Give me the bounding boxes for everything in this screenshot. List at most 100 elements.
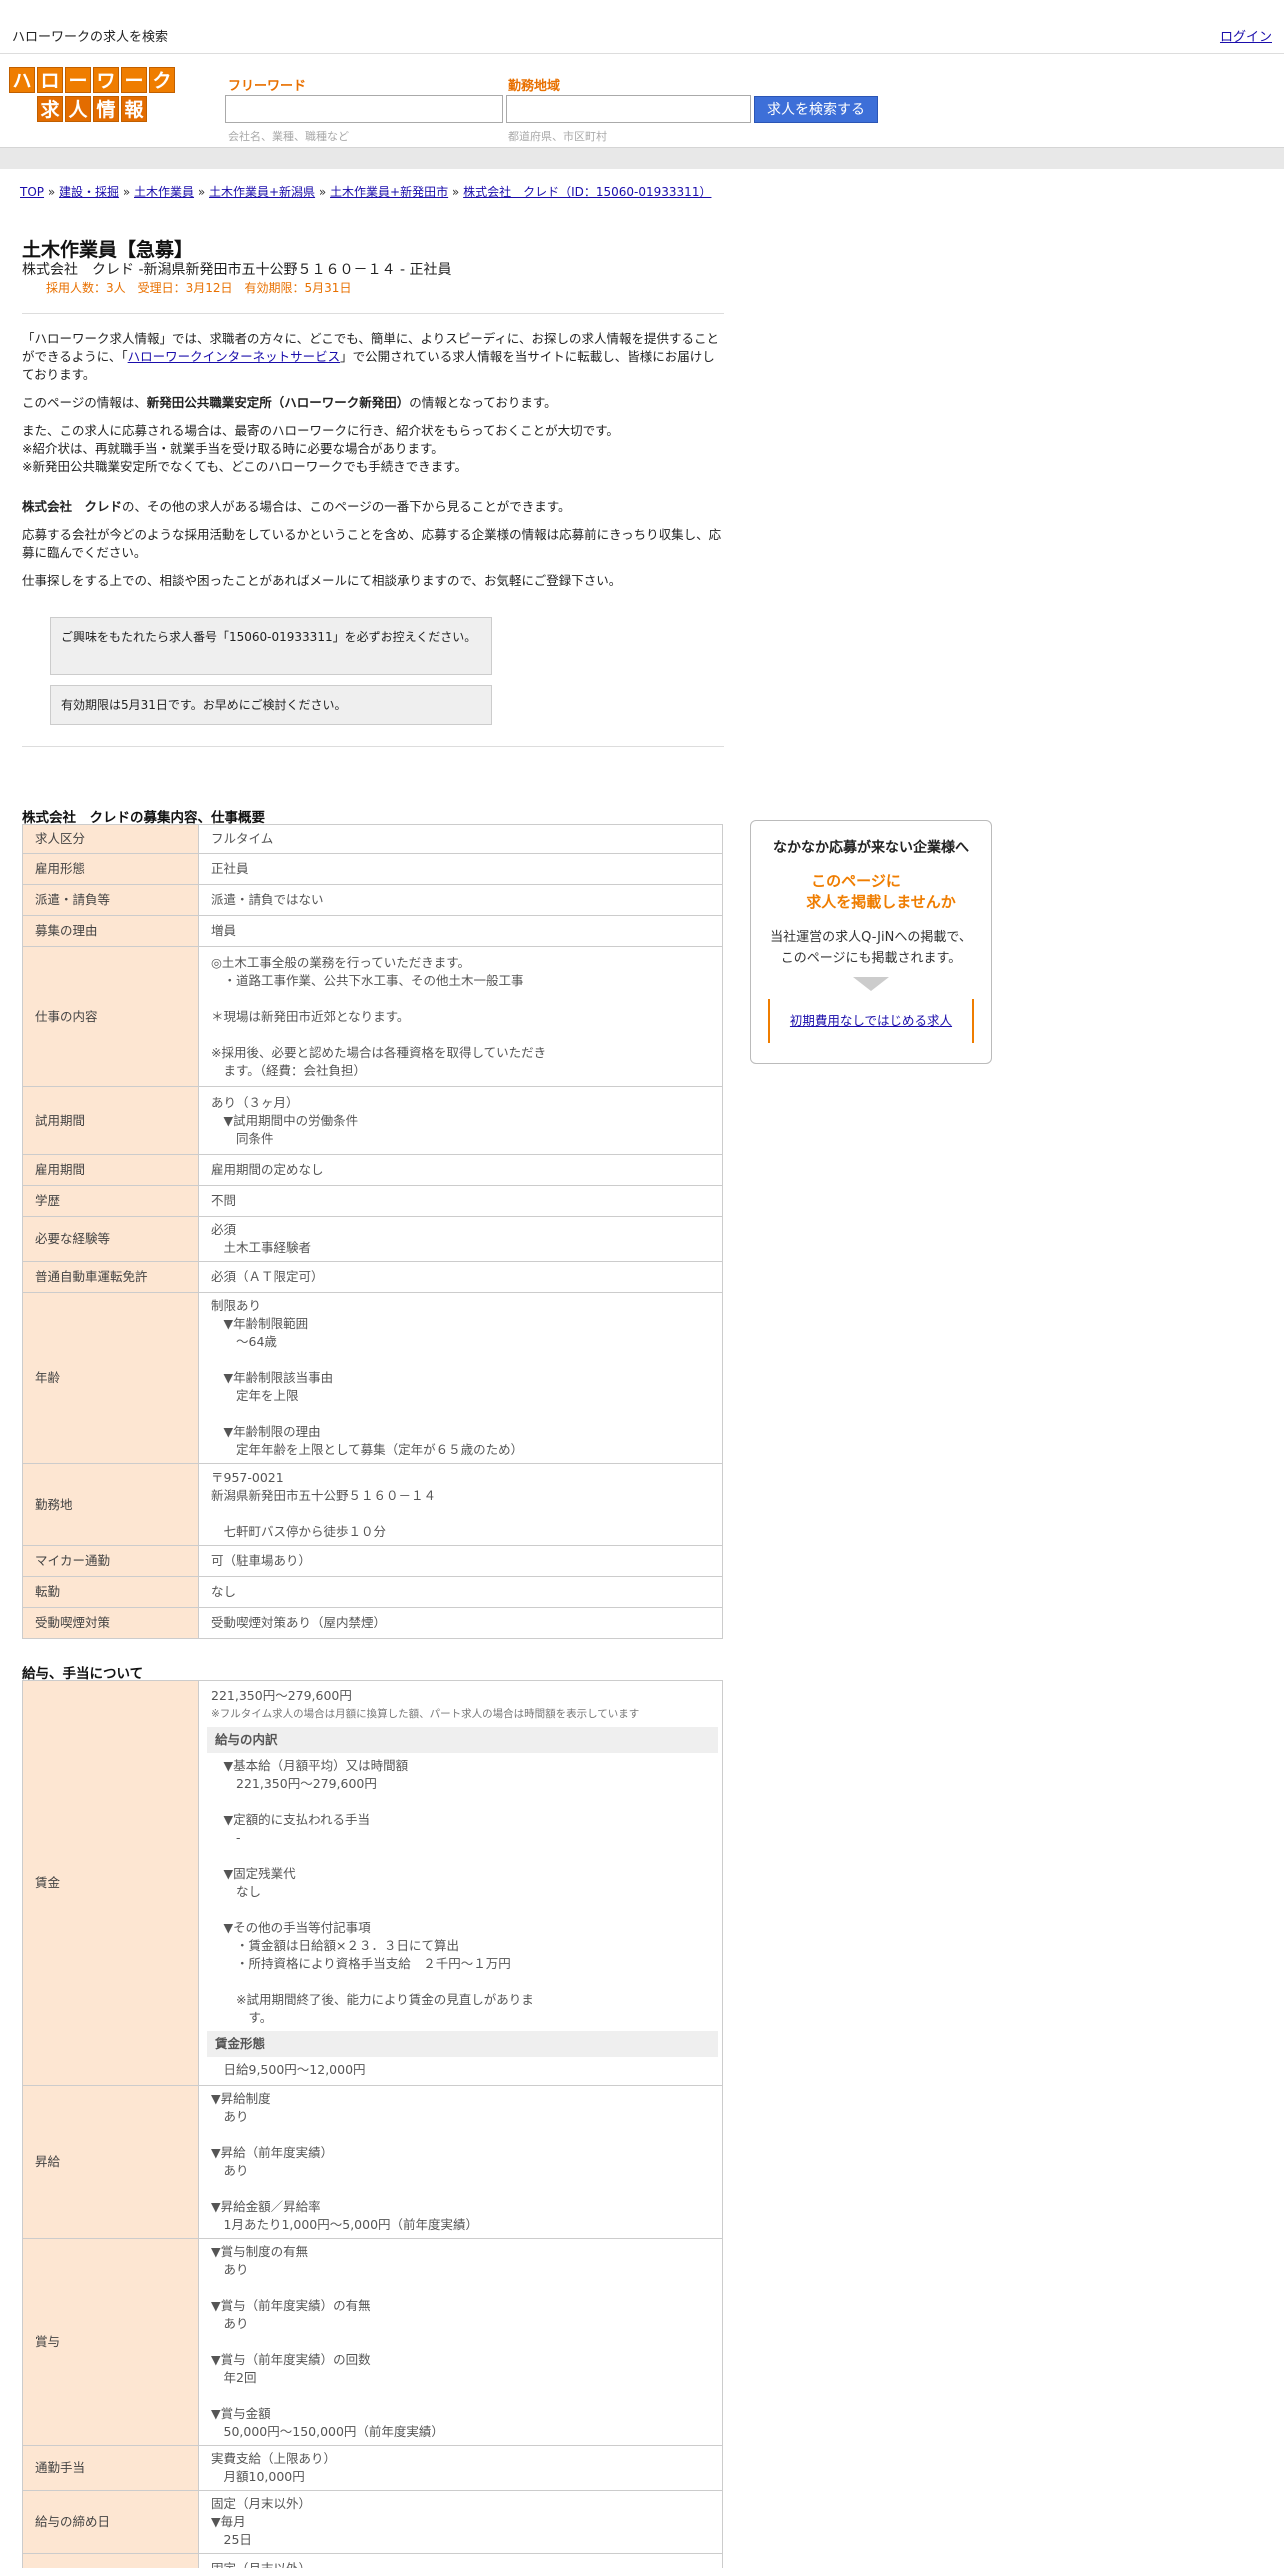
row-value: ▼昇給制度 あり ▼昇給（前年度実績） あり ▼昇給金額／昇給率 1月あたり1,… <box>198 2085 723 2239</box>
table-row: 求人区分 フルタイム <box>22 824 723 854</box>
logo-char: ー <box>121 67 147 93</box>
table-row: 固定（月末以外） <box>22 2553 723 2568</box>
row-key: 試用期間 <box>22 1086 199 1155</box>
area-input[interactable] <box>506 95 751 123</box>
row-key: 年齢 <box>22 1292 199 1464</box>
row-key: マイカー通勤 <box>22 1545 199 1577</box>
row-key: 学歴 <box>22 1185 199 1217</box>
row-value: 固定（月末以外） ▼毎月 25日 <box>198 2490 723 2554</box>
row-key: 給与の締め日 <box>22 2490 199 2554</box>
table-row: 学歴 不問 <box>22 1185 723 1217</box>
row-value: 制限あり ▼年齢制限範囲 〜64歳 ▼年齢制限該当事由 定年を上限 ▼年齢制限の… <box>198 1292 723 1464</box>
row-value: 実費支給（上限あり） 月額10,000円 <box>198 2445 723 2491</box>
job-meta: 採用人数：3人 受理日：3月12日 有効期限：5月31日 <box>46 281 352 295</box>
row-key: 雇用期間 <box>22 1154 199 1186</box>
row-value: 固定（月末以外） <box>198 2553 723 2568</box>
row-key: 通勤手当 <box>22 2445 199 2491</box>
logo-char: 求 <box>37 96 63 122</box>
row-key: 普通自動車運転免許 <box>22 1261 199 1293</box>
row-key: 求人区分 <box>22 824 199 854</box>
breadcrumb-link[interactable]: 土木作業員+新潟県 <box>209 185 315 199</box>
row-key: 賞与 <box>22 2238 199 2446</box>
table-row: 必要な経験等 必須 土木工事経験者 <box>22 1216 723 1262</box>
ad-orange-text: このページに 求人を掲載しませんか <box>806 872 956 911</box>
table-row: 普通自動車運転免許 必須（ＡＴ限定可） <box>22 1261 723 1293</box>
breadcrumb-link[interactable]: 株式会社 クレド（ID：15060-01933311） <box>463 185 711 199</box>
login-link[interactable]: ログイン <box>1220 26 1272 45</box>
table-row: 賞与 ▼賞与制度の有無 あり ▼賞与（前年度実績）の有無 あり ▼賞与（前年度実績… <box>22 2238 723 2446</box>
section-title-wage: 給与、手当について <box>22 1666 144 1682</box>
table-row: 試用期間 あり（３ヶ月） ▼試用期間中の労働条件 同条件 <box>22 1086 723 1155</box>
ad-text: 当社運営の求人Q-JiNへの掲載で、 このページにも掲載されます。 <box>770 930 972 966</box>
table-row: 雇用形態 正社員 <box>22 853 723 885</box>
row-value: 可（駐車場あり） <box>198 1545 723 1577</box>
hellowork-logo[interactable]: ハローワーク 求人情報 <box>4 67 180 125</box>
row-value: 221,350円〜279,600円 ※フルタイム求人の場合は月額に換算した額、パ… <box>198 1680 723 2086</box>
row-value: ◎土木工事全般の業務を行っていただきます。 ・道路工事作業、公共下水工事、その他… <box>198 946 723 1087</box>
logo-char: ー <box>65 67 91 93</box>
site-name: ハローワークの求人を検索 <box>12 30 169 45</box>
logo-char: ワ <box>93 67 119 93</box>
row-value: ▼賞与制度の有無 あり ▼賞与（前年度実績）の有無 あり ▼賞与（前年度実績）の… <box>198 2238 723 2446</box>
row-key: 必要な経験等 <box>22 1216 199 1262</box>
ad-link-box: 初期費用なしではじめる求人 <box>768 999 974 1043</box>
row-value: 派遣・請負ではない <box>198 884 723 916</box>
hellowork-internet-link[interactable]: ハローワークインターネットサービス <box>128 349 341 364</box>
table-row: 給与の締め日 固定（月末以外） ▼毎月 25日 <box>22 2490 723 2554</box>
breadcrumb-link[interactable]: 建設・採掘 <box>59 185 119 199</box>
row-value: 正社員 <box>198 853 723 885</box>
row-key: 雇用形態 <box>22 853 199 885</box>
row-value: フルタイム <box>198 824 723 854</box>
top-bar: ハローワークの求人を検索 ログイン <box>0 0 1284 54</box>
logo-char: 報 <box>121 96 147 122</box>
freeword-input[interactable] <box>225 95 503 123</box>
row-value: 受動喫煙対策あり（屋内禁煙） <box>198 1607 723 1639</box>
header: ハローワーク 求人情報 フリーワード 会社名、業種、職種など 勤務地域 都道府県… <box>0 55 1284 147</box>
logo-char: ハ <box>9 67 35 93</box>
breadcrumb-link[interactable]: TOP <box>20 185 44 199</box>
area-placeholder: 都道府県、市区町村 <box>508 130 607 143</box>
row-key: 転勤 <box>22 1576 199 1608</box>
ad-link[interactable]: 初期費用なしではじめる求人 <box>790 1013 952 1028</box>
row-key: 募集の理由 <box>22 915 199 947</box>
table-row: 受動喫煙対策 受動喫煙対策あり（屋内禁煙） <box>22 1607 723 1639</box>
table-row: 募集の理由 増員 <box>22 915 723 947</box>
advertise-box: なかなか応募が来ない企業様へ このページに 求人を掲載しませんか 当社運営の求人Q… <box>750 820 992 1064</box>
row-key <box>22 2553 199 2568</box>
logo-char: ク <box>149 67 175 93</box>
table-row: マイカー通勤 可（駐車場あり） <box>22 1545 723 1577</box>
area-label: 勤務地域 <box>508 79 561 94</box>
row-value: 増員 <box>198 915 723 947</box>
row-value: なし <box>198 1576 723 1608</box>
divider <box>22 746 724 747</box>
row-value: 必須（ＡＴ限定可） <box>198 1261 723 1293</box>
table-row: 通勤手当 実費支給（上限あり） 月額10,000円 <box>22 2445 723 2491</box>
table-row: 雇用期間 雇用期間の定めなし <box>22 1154 723 1186</box>
intro-text: 「ハローワーク求人情報」では、求職者の方々に、どこでも、簡単に、よりスピーディに… <box>22 331 722 588</box>
section-title-overview: 株式会社 クレドの募集内容、仕事概要 <box>22 810 265 826</box>
ad-heading: なかなか応募が来ない企業様へ <box>773 840 969 856</box>
breadcrumb: TOP » 建設・採掘 » 土木作業員 » 土木作業員+新潟県 » 土木作業員+… <box>20 185 712 199</box>
table-row: 勤務地 〒957-0021 新潟県新発田市五十公野５１６０－１４ 七軒町バス停から… <box>22 1463 723 1546</box>
logo-char: 人 <box>65 96 91 122</box>
table-row: 派遣・請負等 派遣・請負ではない <box>22 884 723 916</box>
expiry-notice: 有効期限は5月31日です。お早めにご検討ください。 <box>50 685 492 725</box>
row-key: 受動喫煙対策 <box>22 1607 199 1639</box>
row-value: あり（３ヶ月） ▼試用期間中の労働条件 同条件 <box>198 1086 723 1155</box>
logo-char: ロ <box>37 67 63 93</box>
row-value: 必須 土木工事経験者 <box>198 1216 723 1262</box>
table-row: 転勤 なし <box>22 1576 723 1608</box>
divider <box>22 313 724 314</box>
job-number-notice: ご興味をもたれたら求人番号「15060-01933311」を必ずお控えください。 <box>50 617 492 675</box>
wage-table: 賃金 221,350円〜279,600円 ※フルタイム求人の場合は月額に換算した… <box>22 1680 723 2568</box>
freeword-placeholder: 会社名、業種、職種など <box>228 130 349 143</box>
search-button[interactable]: 求人を検索する <box>754 96 878 123</box>
row-key: 昇給 <box>22 2085 199 2239</box>
table-row: 賃金 221,350円〜279,600円 ※フルタイム求人の場合は月額に換算した… <box>22 1680 723 2086</box>
row-key: 勤務地 <box>22 1463 199 1546</box>
breadcrumb-link[interactable]: 土木作業員+新発田市 <box>330 185 448 199</box>
row-value: 雇用期間の定めなし <box>198 1154 723 1186</box>
row-key: 仕事の内容 <box>22 946 199 1087</box>
table-row: 昇給 ▼昇給制度 あり ▼昇給（前年度実績） あり ▼昇給金額／昇給率 1月あたり… <box>22 2085 723 2239</box>
breadcrumb-link[interactable]: 土木作業員 <box>134 185 194 199</box>
